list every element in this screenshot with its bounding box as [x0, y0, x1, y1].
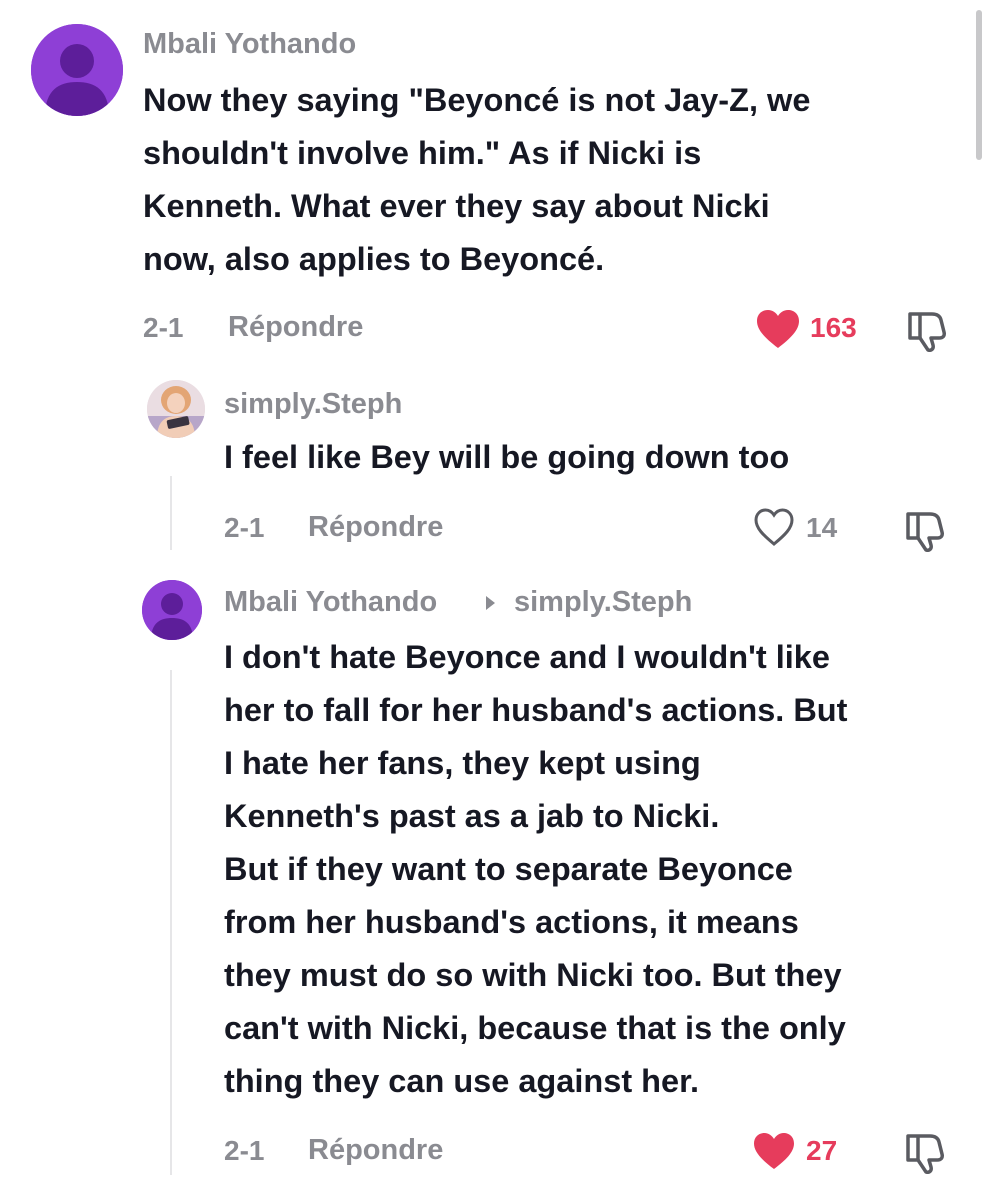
default-user-avatar-icon: [142, 580, 202, 640]
comment-text: Now they saying "Beyoncé is not Jay-Z, w…: [143, 74, 810, 286]
reply-button[interactable]: Répondre: [308, 1134, 443, 1167]
comment-text-line: I don't hate Beyonce and I wouldn't like: [224, 639, 830, 675]
comment-text-line: they must do so with Nicki too. But they: [224, 957, 842, 993]
default-user-avatar-icon: [31, 24, 123, 116]
reply-to-username[interactable]: simply.Steph: [514, 586, 692, 619]
heart-filled-icon: [757, 310, 799, 348]
comment-text-line: can't with Nicki, because that is the on…: [224, 1010, 846, 1046]
comment-date: 2-1: [224, 1135, 265, 1166]
like-button[interactable]: [752, 1131, 796, 1171]
comment-username[interactable]: simply.Steph: [224, 388, 402, 421]
comment-text: I feel like Bey will be going down too: [224, 431, 789, 484]
comment-text-line: shouldn't involve him." As if Nicki is: [143, 135, 702, 171]
comment-item: Mbali Yothando Now they saying "Beyoncé …: [0, 0, 991, 370]
dislike-button[interactable]: [904, 510, 948, 552]
avatar[interactable]: [142, 580, 202, 640]
avatar[interactable]: [147, 380, 205, 438]
thumbs-down-icon: [906, 1134, 944, 1174]
comment-date: 2-1: [143, 312, 184, 343]
comment-text-line: thing they can use against her.: [224, 1063, 699, 1099]
comment-text-line: I hate her fans, they kept using: [224, 745, 701, 781]
comment-text-line: her to fall for her husband's actions. B…: [224, 692, 848, 728]
user-photo-avatar-icon: [147, 380, 205, 438]
dislike-button[interactable]: [904, 1132, 948, 1174]
comment-text-line: Now they saying "Beyoncé is not Jay-Z, w…: [143, 82, 811, 118]
reply-arrow-icon: [486, 596, 495, 610]
reply-button[interactable]: Répondre: [308, 511, 443, 544]
heart-filled-icon: [754, 1133, 794, 1169]
comment-text-line: But if they want to separate Beyonce: [224, 851, 793, 887]
avatar[interactable]: [31, 24, 123, 116]
thumbs-down-icon: [908, 312, 946, 352]
comment-username[interactable]: Mbali Yothando: [224, 586, 437, 619]
comment-text: I don't hate Beyonce and I wouldn't like…: [224, 631, 847, 1108]
comment-date: 2-1: [224, 512, 265, 543]
like-button[interactable]: [753, 507, 795, 547]
comment-item: Mbali Yothando simply.Steph I don't hate…: [0, 570, 991, 1200]
comment-text-line: I feel like Bey will be going down too: [224, 439, 790, 475]
reply-button[interactable]: Répondre: [228, 311, 363, 344]
like-count: 163: [810, 312, 857, 343]
dislike-button[interactable]: [906, 310, 950, 352]
comment-text-line: now, also applies to Beyoncé.: [143, 241, 605, 277]
heart-outline-icon: [754, 508, 794, 546]
thumbs-down-icon: [906, 512, 944, 552]
comment-username[interactable]: Mbali Yothando: [143, 28, 356, 61]
like-button[interactable]: [755, 308, 801, 350]
comment-text-line: Kenneth's past as a jab to Nicki.: [224, 798, 720, 834]
comment-text-line: Kenneth. What ever they say about Nicki: [143, 188, 770, 224]
like-count: 27: [806, 1135, 838, 1166]
comment-text-line: from her husband's actions, it means: [224, 904, 799, 940]
comment-item: simply.Steph I feel like Bey will be goi…: [0, 370, 991, 570]
like-count: 14: [806, 512, 838, 543]
